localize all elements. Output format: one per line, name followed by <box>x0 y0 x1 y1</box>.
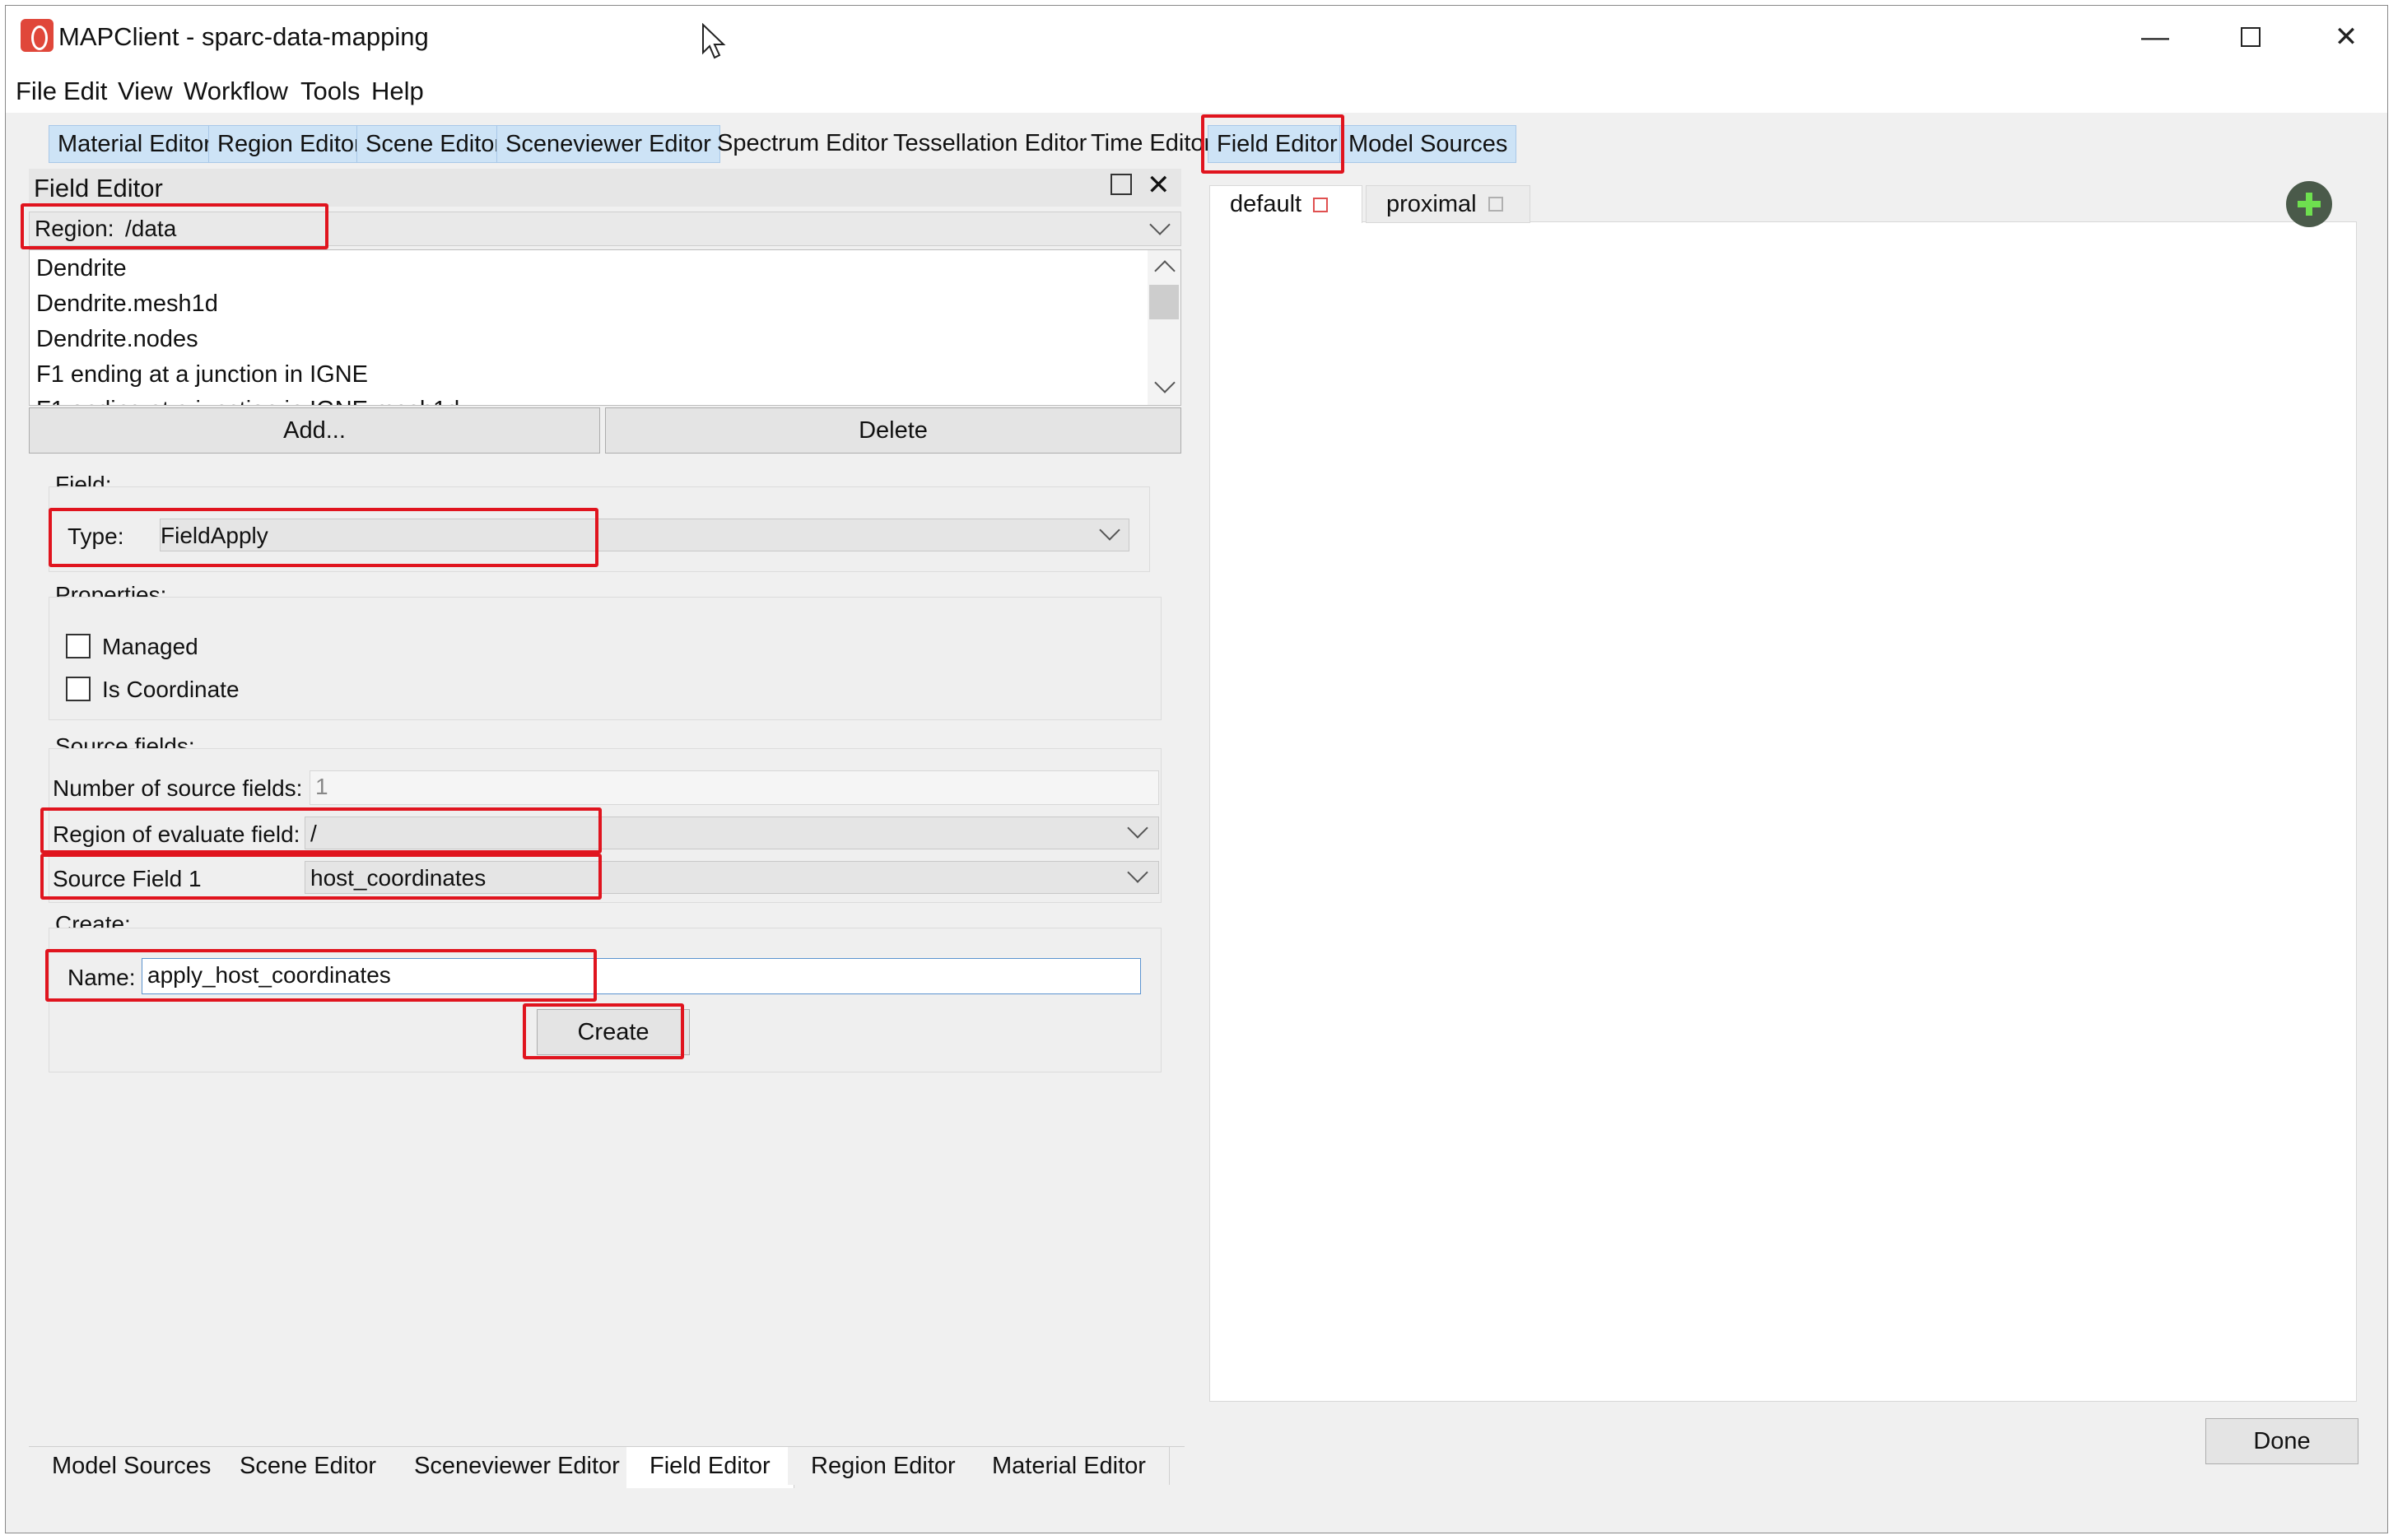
chevron-down-icon <box>1127 862 1148 883</box>
region-value: /data <box>125 216 177 241</box>
field-editor-header: Field Editor ✕ <box>29 169 1181 207</box>
close-panel-icon[interactable]: ✕ <box>1147 169 1171 202</box>
tab-sceneviewer-editor[interactable]: Sceneviewer Editor <box>391 1447 644 1485</box>
type-value: FieldApply <box>161 523 268 548</box>
list-item[interactable]: Dendrite.nodes <box>36 326 198 353</box>
menu-workflow[interactable]: Workflow <box>184 77 288 106</box>
source-fields-group: Number of source fields: 1 Region of eva… <box>49 748 1162 903</box>
add-field-button[interactable]: Add... <box>29 407 600 454</box>
menu-bar: File Edit View Workflow Tools Help <box>6 72 2387 113</box>
region-eval-label: Region of evaluate field: <box>53 821 300 847</box>
float-panel-icon[interactable] <box>1111 174 1132 195</box>
tab-field-editor[interactable]: Field Editor <box>626 1447 794 1488</box>
menu-help[interactable]: Help <box>371 77 424 106</box>
list-item[interactable]: Dendrite <box>36 255 127 282</box>
region-eval-combo[interactable]: / <box>305 817 1159 849</box>
list-item[interactable]: Dendrite.mesh1d <box>36 291 218 318</box>
scroll-down-icon[interactable] <box>1154 372 1176 393</box>
toolbar-scene-editor[interactable]: Scene Editor <box>356 125 512 163</box>
region-eval-value: / <box>310 821 317 846</box>
done-button[interactable]: Done <box>2205 1418 2358 1464</box>
num-source-fields-label: Number of source fields: <box>53 775 303 801</box>
field-group: Type: FieldApply <box>49 486 1150 572</box>
tab-default-label: default <box>1230 191 1302 217</box>
tab-model-sources[interactable]: Model Sources <box>29 1447 235 1485</box>
toolbar-material-editor[interactable]: Material Editor <box>49 125 221 163</box>
toolbar-field-editor[interactable]: Field Editor <box>1208 125 1347 163</box>
close-icon[interactable]: ✕ <box>2309 12 2383 62</box>
tab-scene-editor[interactable]: Scene Editor <box>217 1447 401 1485</box>
source-field-value: host_coordinates <box>310 865 487 891</box>
list-item[interactable]: F1 ending at a junction in IGNE <box>36 361 368 388</box>
create-button[interactable]: Create <box>537 1009 690 1055</box>
app-logo-icon <box>21 19 54 52</box>
close-icon[interactable] <box>1313 197 1329 212</box>
minimize-icon[interactable]: — <box>2118 12 2192 62</box>
toolbar-time-editor[interactable]: Time Editor <box>1083 125 1220 161</box>
toolbar-tessellation-editor[interactable]: Tessellation Editor <box>885 125 1095 161</box>
source-field-combo[interactable]: host_coordinates <box>305 861 1159 894</box>
list-scrollbar[interactable] <box>1148 250 1180 405</box>
tab-material-editor[interactable]: Material Editor <box>969 1447 1170 1485</box>
managed-label: Managed <box>102 634 198 659</box>
chevron-down-icon <box>1127 817 1148 839</box>
is-coordinate-label: Is Coordinate <box>102 677 240 702</box>
toolbar-region-editor[interactable]: Region Editor <box>208 125 371 163</box>
close-icon[interactable] <box>1488 197 1503 212</box>
toolbar-spectrum-editor[interactable]: Spectrum Editor <box>709 125 896 161</box>
toolbar-model-sources[interactable]: Model Sources <box>1339 125 1517 163</box>
toolbar-sceneviewer-editor[interactable]: Sceneviewer Editor <box>496 125 720 163</box>
list-item[interactable]: F1 ending at a junction in IGNE.mesh1d <box>36 397 459 405</box>
mouse-cursor-icon <box>702 23 726 59</box>
region-label: Region: <box>35 216 114 241</box>
num-source-fields-input: 1 <box>310 770 1159 805</box>
scroll-thumb[interactable] <box>1149 285 1179 319</box>
field-list[interactable]: Dendrite Dendrite.mesh1d Dendrite.nodes … <box>29 249 1181 406</box>
bottom-tab-bar: Model Sources Scene Editor Sceneviewer E… <box>29 1446 1185 1488</box>
app-window: MAPClient - sparc-data-mapping — ✕ File … <box>5 5 2388 1533</box>
type-combo[interactable]: FieldApply <box>160 519 1129 551</box>
delete-field-button[interactable]: Delete <box>605 407 1181 454</box>
menu-tools[interactable]: Tools <box>300 77 360 106</box>
region-chooser[interactable]: Region: /data <box>29 212 1181 246</box>
tab-default[interactable]: default <box>1209 185 1362 223</box>
menu-edit[interactable]: Edit <box>63 77 107 106</box>
title-bar[interactable]: MAPClient - sparc-data-mapping — ✕ <box>6 6 2387 72</box>
source-field-label: Source Field 1 <box>53 866 202 891</box>
type-label: Type: <box>68 523 124 549</box>
menu-file[interactable]: File <box>16 77 57 106</box>
maximize-icon[interactable] <box>2214 12 2288 62</box>
chevron-down-icon <box>1149 214 1171 235</box>
panel-title: Field Editor <box>34 174 163 202</box>
sceneviewer-area[interactable] <box>1209 221 2357 1402</box>
window-title: MAPClient - sparc-data-mapping <box>58 22 429 51</box>
add-icon[interactable] <box>2286 181 2332 227</box>
scroll-up-icon[interactable] <box>1154 260 1176 281</box>
properties-group: Managed Is Coordinate <box>49 597 1162 720</box>
menu-view[interactable]: View <box>118 77 173 106</box>
is-coordinate-checkbox[interactable] <box>66 677 91 701</box>
name-label: Name: <box>68 965 136 990</box>
name-field[interactable]: apply_host_coordinates <box>142 958 1141 994</box>
tab-region-editor[interactable]: Region Editor <box>788 1447 980 1485</box>
tab-proximal-label: proximal <box>1386 190 1477 217</box>
create-group: Name: apply_host_coordinates Create <box>49 928 1162 1072</box>
managed-checkbox[interactable] <box>66 634 91 658</box>
tab-proximal[interactable]: proximal <box>1366 185 1530 223</box>
chevron-down-icon <box>1099 519 1120 541</box>
